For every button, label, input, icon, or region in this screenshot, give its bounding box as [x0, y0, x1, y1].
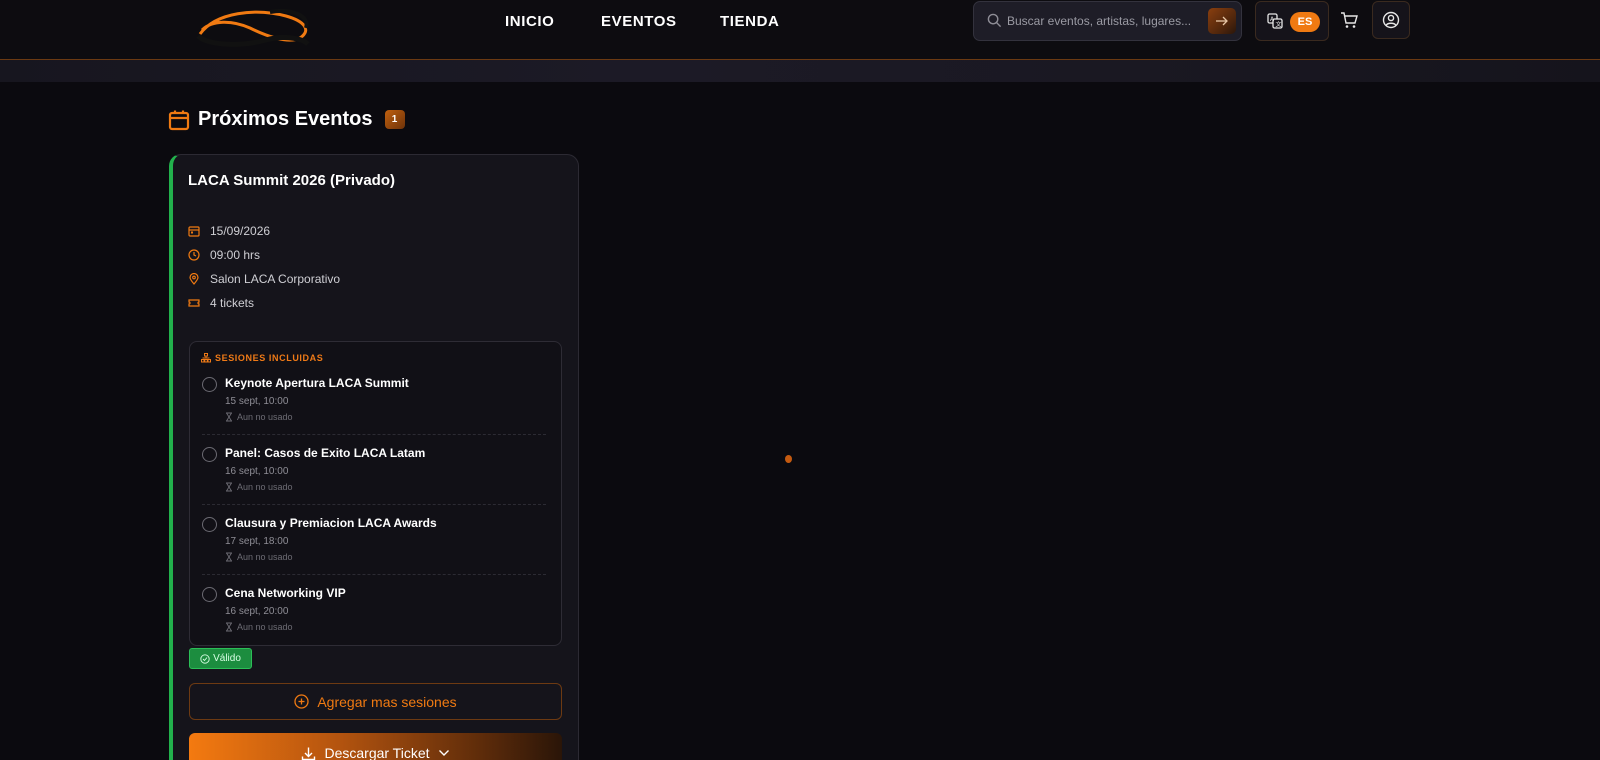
check-circle-icon — [200, 653, 210, 664]
section-title: Próximos Eventos — [198, 108, 373, 130]
session-radio[interactable] — [202, 447, 217, 462]
nav-inicio[interactable]: INICIO — [505, 13, 554, 30]
session-radio[interactable] — [202, 517, 217, 532]
status-badge: Válido — [189, 648, 252, 669]
download-ticket-button[interactable]: Descargar Ticket — [189, 733, 562, 760]
section-header: Próximos Eventos 1 — [168, 108, 405, 131]
event-title: LACA Summit 2026 (Privado) — [188, 172, 395, 189]
session-state-label: Aun no usado — [237, 482, 293, 492]
nav-tienda[interactable]: TIENDA — [720, 13, 779, 30]
session-date: 16 sept, 10:00 — [225, 466, 289, 477]
session-state-label: Aun no usado — [237, 412, 293, 422]
cart-icon — [1341, 12, 1358, 28]
search-icon — [987, 13, 1002, 28]
chevron-down-icon — [438, 750, 449, 756]
session-divider — [202, 574, 546, 575]
user-account-button[interactable] — [1372, 1, 1410, 39]
session-state-label: Aun no usado — [237, 622, 293, 632]
nav-eventos[interactable]: EVENTOS — [601, 13, 677, 30]
session-name: Keynote Apertura LACA Summit — [225, 376, 409, 390]
hourglass-icon — [226, 482, 232, 492]
session-divider — [202, 504, 546, 505]
search-bar — [973, 1, 1242, 41]
search-submit-button[interactable] — [1208, 8, 1236, 34]
event-venue: Salon LACA Corporativo — [210, 272, 341, 286]
event-date: 15/09/2026 — [210, 224, 271, 238]
arrow-right-icon — [1216, 16, 1228, 26]
calendar-icon — [188, 226, 200, 237]
session-state-label: Aun no usado — [237, 552, 293, 562]
session-name: Clausura y Premiacion LACA Awards — [225, 516, 437, 530]
translate-icon: A 文 — [1267, 13, 1283, 29]
event-tickets: 4 tickets — [210, 296, 255, 310]
session-name: Panel: Casos de Exito LACA Latam — [225, 446, 426, 460]
svg-text:文: 文 — [1276, 21, 1282, 29]
logo-swoosh-icon — [196, 9, 310, 47]
language-code: ES — [1290, 12, 1320, 32]
download-icon — [302, 747, 316, 760]
ticket-icon — [188, 299, 200, 307]
event-time: 09:00 hrs — [210, 248, 261, 262]
session-date: 16 sept, 20:00 — [225, 606, 289, 617]
hourglass-icon — [226, 412, 232, 422]
session-state: Aun no usado — [225, 552, 293, 562]
session-date: 17 sept, 18:00 — [225, 536, 289, 547]
add-sessions-button[interactable]: Agregar mas sesiones — [189, 683, 562, 720]
sitemap-icon — [201, 353, 211, 363]
sessions-label: SESIONES INCLUIDAS — [215, 353, 324, 363]
session-state: Aun no usado — [225, 412, 293, 422]
calendar-icon — [168, 110, 190, 130]
event-count-badge: 1 — [384, 110, 405, 129]
logo[interactable] — [196, 6, 312, 52]
event-date-row: 15/09/2026 — [188, 224, 270, 238]
plus-circle-icon — [294, 694, 309, 709]
session-date: 15 sept, 10:00 — [225, 396, 289, 407]
session-state: Aun no usado — [225, 482, 293, 492]
language-switcher[interactable]: A 文 ES — [1255, 1, 1329, 41]
event-venue-row: Salon LACA Corporativo — [188, 272, 340, 286]
session-divider — [202, 434, 546, 435]
event-tickets-row: 4 tickets — [188, 296, 254, 310]
add-sessions-label: Agregar mas sesiones — [317, 693, 457, 710]
session-state: Aun no usado — [225, 622, 293, 632]
cart-button[interactable] — [1340, 11, 1358, 34]
download-ticket-label: Descargar Ticket — [324, 745, 430, 760]
clock-icon — [188, 249, 200, 261]
status-label: Válido — [213, 653, 241, 664]
loading-spinner-icon — [785, 455, 792, 463]
session-radio[interactable] — [202, 587, 217, 602]
sessions-header: SESIONES INCLUIDAS — [201, 353, 323, 363]
header-banner-strip — [0, 60, 1600, 82]
search-input[interactable] — [1007, 11, 1197, 31]
location-pin-icon — [189, 273, 199, 285]
hourglass-icon — [226, 622, 232, 632]
event-time-row: 09:00 hrs — [188, 248, 260, 262]
user-icon — [1382, 11, 1400, 29]
session-name: Cena Networking VIP — [225, 586, 346, 600]
session-radio[interactable] — [202, 377, 217, 392]
hourglass-icon — [226, 552, 232, 562]
